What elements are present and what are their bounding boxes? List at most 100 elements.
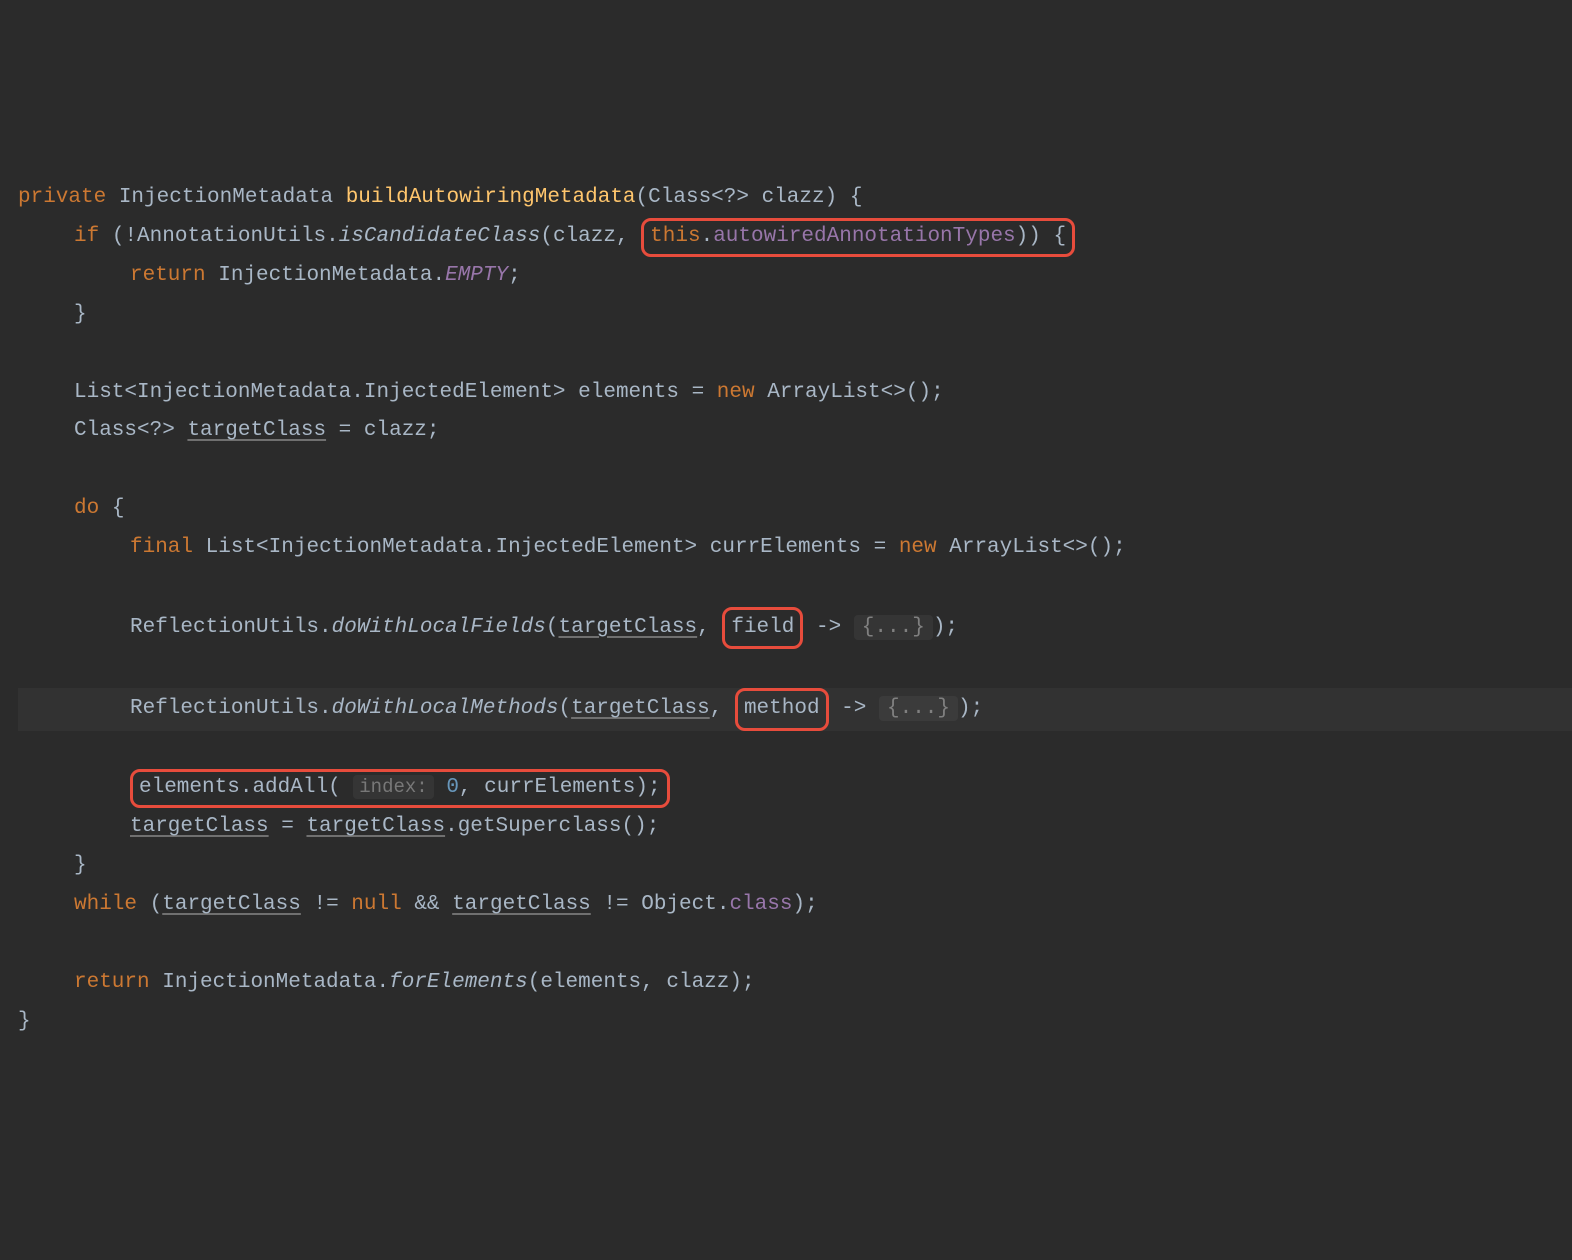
lparen: ( — [528, 971, 541, 994]
semicolon: ; — [931, 381, 944, 404]
dot: . — [432, 264, 445, 287]
neq: != — [313, 893, 338, 916]
method-decl-name: buildAutowiringMetadata — [346, 186, 636, 209]
code-line: ReflectionUtils.doWithLocalFields(target… — [18, 607, 1572, 650]
code-line: return InjectionMetadata.forElements(ele… — [18, 964, 1572, 1003]
lparen: ( — [328, 776, 341, 799]
lparen: ( — [546, 616, 559, 639]
rparen: ) — [729, 971, 742, 994]
dot: . — [351, 381, 364, 404]
blank-line — [18, 335, 1572, 374]
ident-elements: elements — [139, 776, 240, 799]
var-targetclass: targetClass — [559, 616, 698, 639]
code-fold[interactable]: {...} — [879, 696, 958, 721]
keyword-do: do — [74, 497, 99, 520]
parameter-hint: index: — [353, 775, 433, 799]
dot: . — [483, 536, 496, 559]
ident-clazz: clazz — [364, 419, 427, 442]
lparen: ( — [622, 815, 635, 838]
type-injectionmetadata: InjectionMetadata — [119, 186, 333, 209]
dot: . — [701, 225, 714, 248]
semicolon: ; — [508, 264, 521, 287]
call-getsuperclass: getSuperclass — [458, 815, 622, 838]
static-field-empty: EMPTY — [445, 264, 508, 287]
keyword-new: new — [899, 536, 937, 559]
dot: . — [445, 815, 458, 838]
diamond: <> — [881, 381, 906, 404]
type-list: List — [206, 536, 256, 559]
field-class: class — [729, 893, 792, 916]
lparen: ( — [636, 186, 649, 209]
comma: , — [641, 971, 654, 994]
lambda-param-field: field — [731, 616, 794, 639]
code-line: targetClass = targetClass.getSuperclass(… — [18, 808, 1572, 847]
lbrace: { — [112, 497, 125, 520]
lambda-param-method: method — [744, 697, 820, 720]
code-line: List<InjectionMetadata.InjectedElement> … — [18, 374, 1572, 413]
field-autowiredannotationtypes: autowiredAnnotationTypes — [713, 225, 1015, 248]
rparen: ) — [634, 815, 647, 838]
lt: < — [256, 536, 269, 559]
semicolon: ; — [648, 776, 661, 799]
code-fold[interactable]: {...} — [854, 615, 933, 640]
code-line: if (!AnnotationUtils.isCandidateClass(cl… — [18, 218, 1572, 257]
lparen: ( — [540, 225, 553, 248]
rparen: ) — [1016, 225, 1029, 248]
code-line: Class<?> targetClass = clazz; — [18, 412, 1572, 451]
code-line: } — [18, 847, 1572, 886]
rbrace: } — [18, 1010, 31, 1033]
lbrace: { — [1053, 225, 1066, 248]
var-targetclass: targetClass — [162, 893, 301, 916]
lbrace: { — [850, 186, 863, 209]
blank-line — [18, 649, 1572, 688]
lparen: ( — [112, 225, 125, 248]
code-line: private InjectionMetadata buildAutowirin… — [18, 179, 1572, 218]
keyword-null: null — [351, 893, 401, 916]
comma: , — [710, 697, 723, 720]
class-annotationutils: AnnotationUtils — [137, 225, 326, 248]
rparen: ) — [958, 697, 971, 720]
code-line: final List<InjectionMetadata.InjectedEle… — [18, 529, 1572, 568]
var-targetclass: targetClass — [452, 893, 591, 916]
keyword-while: while — [74, 893, 137, 916]
code-line: do { — [18, 490, 1572, 529]
type-injectionmetadata: InjectionMetadata — [269, 536, 483, 559]
assign: = — [692, 381, 705, 404]
neq: != — [603, 893, 628, 916]
dot: . — [240, 776, 253, 799]
gt: > — [553, 381, 566, 404]
keyword-final: final — [130, 536, 193, 559]
rbrace: } — [74, 303, 87, 326]
code-editor[interactable]: private InjectionMetadata buildAutowirin… — [18, 179, 1572, 1041]
highlight-box-method: method — [735, 688, 829, 731]
type-injectionmetadata: InjectionMetadata — [218, 264, 432, 287]
semicolon: ; — [945, 616, 958, 639]
arrow: -> — [816, 616, 841, 639]
lparen: ( — [1088, 536, 1101, 559]
code-line: ReflectionUtils.doWithLocalMethods(targe… — [18, 688, 1572, 731]
semicolon: ; — [805, 893, 818, 916]
type-class: Class — [648, 186, 711, 209]
semicolon: ; — [647, 815, 660, 838]
ident-clazz: clazz — [666, 971, 729, 994]
call-forelements: forElements — [389, 971, 528, 994]
type-injectedelement: InjectedElement — [496, 536, 685, 559]
var-targetclass: targetClass — [187, 419, 326, 442]
rparen: ) — [1101, 536, 1114, 559]
keyword-this: this — [650, 225, 700, 248]
rparen: ) — [1028, 225, 1041, 248]
rparen: ) — [825, 186, 838, 209]
ident-elements: elements — [540, 971, 641, 994]
semicolon: ; — [742, 971, 755, 994]
type-object: Object — [641, 893, 717, 916]
ident-currelements: currElements — [710, 536, 861, 559]
class-reflectionutils: ReflectionUtils — [130, 697, 319, 720]
ident-elements: elements — [578, 381, 679, 404]
wildcard: <?> — [137, 419, 175, 442]
type-class: Class — [74, 419, 137, 442]
assign: = — [339, 419, 352, 442]
code-line: } — [18, 296, 1572, 335]
rparen: ) — [635, 776, 648, 799]
type-injectedelement: InjectedElement — [364, 381, 553, 404]
keyword-return: return — [74, 971, 150, 994]
